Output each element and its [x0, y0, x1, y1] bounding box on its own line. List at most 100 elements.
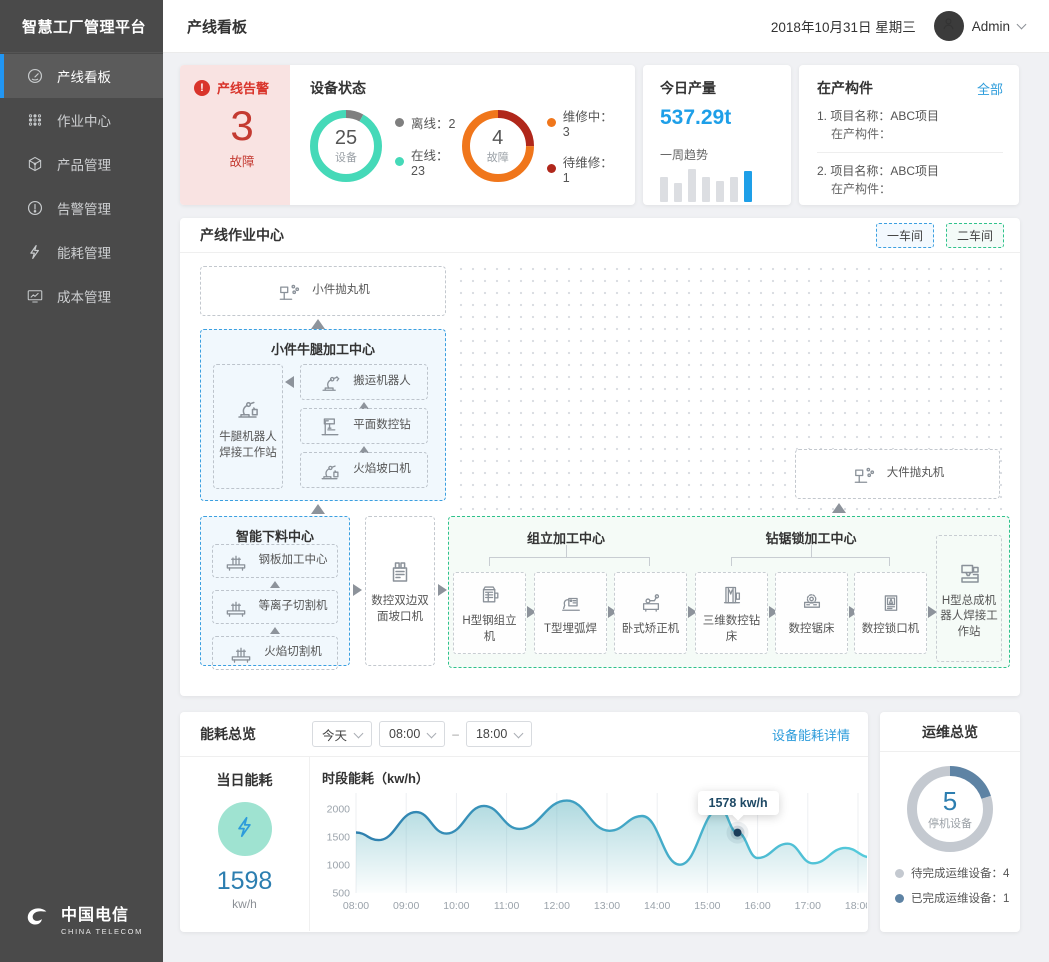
svg-text:09:00: 09:00 — [393, 900, 419, 912]
workshop-flow-card: 产线作业中心 一车间 二车间 小件抛丸机 小件牛腿加工中心 — [180, 218, 1020, 696]
flow-node-t-arc-welder[interactable]: T型埋弧焊 — [534, 572, 607, 654]
donut-center-label: 故障 — [487, 149, 509, 165]
sidebar-item-label: 告警管理 — [57, 198, 111, 218]
device-status-title: 设备状态 — [310, 80, 366, 96]
bracket-stub — [811, 545, 812, 557]
alert-badge-icon: ! — [194, 80, 210, 96]
flow-node-cnc-double-bevel-machine[interactable]: 数控双边双面坡口机 — [365, 516, 435, 666]
app-title: 智慧工厂管理平台 — [0, 0, 163, 53]
legend-dot — [895, 869, 904, 878]
ops-overview-card: 运维总览 5 停机设备 待完成运维设备：4 已完成运维设备：1 — [880, 712, 1020, 932]
svg-text:15:00: 15:00 — [694, 900, 720, 912]
flow-node-transfer-robot[interactable]: 搬运机器人 — [300, 364, 428, 400]
arrow-up-icon — [270, 581, 280, 588]
page-title: 产线看板 — [187, 16, 247, 37]
flow-node-h-beam-assembler[interactable]: H型钢组立机 — [453, 572, 526, 654]
user-menu[interactable]: Admin — [934, 11, 1025, 41]
donut-center-label: 设备 — [335, 149, 357, 165]
legend-dot — [547, 164, 556, 173]
device-fault-donut-chart: 4 故障 — [462, 110, 534, 182]
flow-node-flame-cutting-machine[interactable]: 火焰切割机 — [212, 636, 338, 670]
week-trend-bar-chart — [660, 168, 791, 202]
sidebar-item-product-mgmt[interactable]: 产品管理 — [0, 142, 163, 186]
circular-saw-icon — [799, 589, 825, 615]
group-title: 智能下料中心 — [201, 517, 349, 545]
workshop2-button[interactable]: 二车间 — [946, 223, 1004, 248]
bracket — [489, 557, 650, 566]
flow-node-h-assembly-robot-station[interactable]: H型总成机器人焊接工作站 — [936, 535, 1002, 662]
welding-robot-icon — [233, 392, 263, 422]
flow-node-plasma-cutting-machine[interactable]: 等离子切割机 — [212, 590, 338, 624]
energy-detail-link[interactable]: 设备能耗详情 — [772, 725, 850, 744]
logo-name: 中国电信 — [61, 901, 143, 925]
energy-overview-card: 能耗总览 今天 08:00 – 18:00 设备能耗详情 当日能耗 — [180, 712, 868, 932]
gauge-dashboard-icon — [26, 67, 44, 85]
main-area: 产线看板 2018年10月31日 星期三 Admin ! 产线告警 — [163, 0, 1049, 962]
lightning-bolt-icon — [232, 814, 258, 845]
content: ! 产线告警 3 故障 设备状态 25 — [163, 53, 1049, 932]
alert-label: 故障 — [194, 151, 290, 170]
online-donut-group: 25 设备 离线：2 在线：23 — [310, 110, 462, 182]
trend-bar — [744, 171, 752, 202]
arrow-right-icon — [353, 584, 362, 596]
legend-pending-maintenance: 待完成运维设备：4 — [895, 865, 1009, 881]
sidebar-item-alarm-mgmt[interactable]: 告警管理 — [0, 186, 163, 230]
energy-chart-title: 时段能耗（kw/h） — [322, 768, 868, 787]
summary-row: ! 产线告警 3 故障 设备状态 25 — [180, 65, 1020, 205]
svg-text:500: 500 — [332, 888, 350, 900]
flow-node-small-shot-blast[interactable]: 小件抛丸机 — [200, 266, 446, 316]
flow-node-large-shot-blast[interactable]: 大件抛丸机 — [795, 449, 1000, 499]
shot-blast-machine-icon — [851, 461, 877, 487]
day-select[interactable]: 今天 — [312, 721, 372, 747]
bottom-row: 能耗总览 今天 08:00 – 18:00 设备能耗详情 当日能耗 — [180, 712, 1032, 932]
chevron-down-icon — [427, 728, 437, 738]
workshop1-button[interactable]: 一车间 — [876, 223, 934, 248]
sidebar-item-energy-mgmt[interactable]: 能耗管理 — [0, 230, 163, 274]
flow-node-cnc-lock-machine[interactable]: 数控锁口机 — [854, 572, 927, 654]
flow-node-horizontal-straightener[interactable]: 卧式矫正机 — [614, 572, 687, 654]
alert-circle-icon — [26, 199, 44, 217]
dot-grid-icon — [26, 111, 44, 129]
flow-node-flame-bevel-machine[interactable]: 火焰坡口机 — [300, 452, 428, 488]
flow-node-bracket-robot-station[interactable]: 牛腿机器人焊接工作站 — [213, 364, 283, 489]
robot-station-icon — [954, 557, 984, 587]
view-all-link[interactable]: 全部 — [977, 79, 1003, 98]
ops-donut-chart: 5 停机设备 — [907, 766, 993, 852]
trend-bar — [716, 181, 724, 202]
sidebar-item-work-center[interactable]: 作业中心 — [0, 98, 163, 142]
sidebar-item-production-board[interactable]: 产线看板 — [0, 54, 163, 98]
wip-title: 在产构件 — [817, 80, 873, 96]
legend-dot — [395, 118, 404, 127]
legend-dot — [395, 157, 404, 166]
today-energy-label: 当日能耗 — [217, 770, 273, 790]
divider — [817, 152, 1003, 153]
energy-chart-area[interactable]: 时段能耗（kw/h） 08:0009:0010:0011:0012:0013:0… — [310, 757, 868, 931]
trend-bar — [702, 177, 710, 202]
lightning-bolt-icon — [26, 243, 44, 261]
sidebar-item-label: 作业中心 — [57, 110, 111, 130]
line-alert-panel[interactable]: ! 产线告警 3 故障 — [180, 65, 290, 205]
donut-center-label: 停机设备 — [928, 815, 972, 831]
flow-node-cnc-saw[interactable]: 数控锯床 — [775, 572, 848, 654]
svg-text:1500: 1500 — [327, 832, 351, 844]
flow-node-plane-cnc-drill[interactable]: 平面数控钻 — [300, 408, 428, 444]
flow-group-assembly-and-drill-saw-lock[interactable]: 组立加工中心 钻锯锁加工中心 H型钢组立机 T型埋 — [448, 516, 1010, 668]
china-telecom-logo: 中国电信 CHINA TELECOM — [0, 901, 163, 936]
legend-repairing: 维修中：3 — [547, 106, 619, 139]
energy-bolt-badge — [218, 802, 272, 856]
sidebar-item-cost-mgmt[interactable]: 成本管理 — [0, 274, 163, 318]
bevel-machine-icon — [385, 556, 415, 586]
assembler-machine-icon — [477, 581, 503, 607]
time-to-select[interactable]: 18:00 — [466, 721, 532, 747]
wip-components-card: 在产构件 全部 1. 项目名称：ABC项目 在产构件： 2. 项目名称：ABC项… — [799, 65, 1019, 205]
time-from-select[interactable]: 08:00 — [379, 721, 445, 747]
gantry-drill-icon — [719, 581, 745, 607]
flow-node-cnc-3d-drill[interactable]: 三维数控钻床 — [695, 572, 768, 654]
flow-node-plate-processing-center[interactable]: 钢板加工中心 — [212, 544, 338, 578]
sidebar-item-label: 产线看板 — [57, 66, 111, 86]
legend-online: 在线：23 — [395, 145, 462, 178]
device-online-donut-chart: 25 设备 — [310, 110, 382, 182]
chevron-down-icon — [354, 728, 364, 738]
sidebar-item-label: 能耗管理 — [57, 242, 111, 262]
svg-text:18:00: 18:00 — [845, 900, 867, 912]
